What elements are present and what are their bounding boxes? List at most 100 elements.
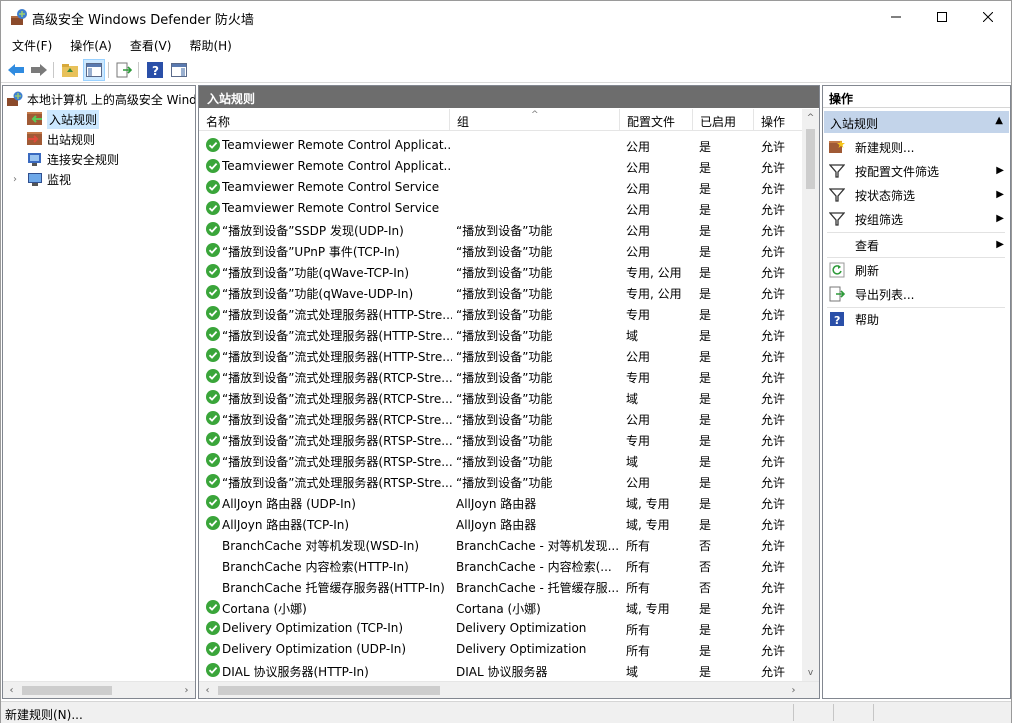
show-hide-tree-button[interactable] bbox=[83, 59, 105, 81]
rules-vertical-scrollbar[interactable]: ^ v bbox=[802, 109, 819, 681]
rules-list-pane: 入站规则 名称 组 ^ 配置文件 已启用 操作 Teamviewer Remot… bbox=[198, 85, 820, 699]
table-row[interactable]: “播放到设备”流式处理服务器(RTSP-Stre... “播放到设备”功能 域 是 允许 bbox=[199, 450, 802, 471]
scroll-thumb[interactable] bbox=[22, 686, 112, 695]
tree-item-connection-security[interactable]: 连接安全规则 bbox=[27, 149, 195, 169]
table-row[interactable]: BranchCache 内容检索(HTTP-In) BranchCache - 内… bbox=[199, 555, 802, 576]
table-row[interactable]: Teamviewer Remote Control Service 公用 是 允许 bbox=[199, 177, 802, 198]
scroll-right-icon[interactable]: › bbox=[178, 682, 195, 698]
action-pane-button[interactable] bbox=[168, 59, 190, 81]
table-row[interactable]: “播放到设备”流式处理服务器(HTTP-Stre... “播放到设备”功能 专用 是 允… bbox=[199, 303, 802, 324]
rule-profile: 公用 bbox=[626, 476, 651, 490]
firewall-root-icon bbox=[7, 91, 23, 107]
table-row[interactable]: Teamviewer Remote Control Service 公用 是 允许 bbox=[199, 198, 802, 219]
menu-action[interactable]: 操作(A) bbox=[59, 34, 119, 56]
rule-profile: 专用 bbox=[626, 308, 651, 322]
rule-enabled-check-icon bbox=[206, 495, 220, 509]
column-header-profile[interactable]: 配置文件 bbox=[620, 109, 693, 131]
export-list-button[interactable] bbox=[113, 59, 135, 81]
table-row[interactable]: Delivery Optimization (TCP-In) Delivery O… bbox=[199, 618, 802, 639]
tree-item-label: 监视 bbox=[47, 172, 72, 187]
rule-enabled-check-icon bbox=[206, 432, 220, 446]
table-row[interactable]: “播放到设备”功能(qWave-TCP-In) “播放到设备”功能 专用, 公用 是 允… bbox=[199, 261, 802, 282]
action-view[interactable]: 查看 ▶ bbox=[823, 233, 1010, 257]
action-export-list[interactable]: 导出列表... bbox=[823, 282, 1010, 306]
table-row[interactable]: “播放到设备”功能(qWave-UDP-In) “播放到设备”功能 专用, 公用 是 允… bbox=[199, 282, 802, 303]
table-row[interactable]: “播放到设备”流式处理服务器(HTTP-Stre... “播放到设备”功能 域 是 允许 bbox=[199, 324, 802, 345]
action-refresh[interactable]: 刷新 bbox=[823, 258, 1010, 282]
table-row[interactable]: Cortana (小娜) Cortana (小娜) 域, 专用 是 允许 bbox=[199, 597, 802, 618]
close-button[interactable] bbox=[965, 1, 1011, 33]
action-filter-by-group[interactable]: 按组筛选 ▶ bbox=[823, 207, 1010, 231]
table-row[interactable]: “播放到设备”流式处理服务器(RTCP-Stre... “播放到设备”功能 专用 是 允… bbox=[199, 366, 802, 387]
table-row[interactable]: BranchCache 对等机发现(WSD-In) BranchCache - 对… bbox=[199, 534, 802, 555]
table-row[interactable]: “播放到设备”流式处理服务器(RTSP-Stre... “播放到设备”功能 专用 是 允… bbox=[199, 429, 802, 450]
table-row[interactable]: “播放到设备”流式处理服务器(RTCP-Stre... “播放到设备”功能 域 是 允许 bbox=[199, 387, 802, 408]
filter-icon bbox=[828, 163, 846, 179]
menu-help[interactable]: 帮助(H) bbox=[178, 34, 238, 56]
up-level-button[interactable] bbox=[59, 59, 81, 81]
table-row[interactable]: “播放到设备”流式处理服务器(RTSP-Stre... “播放到设备”功能 公用 是 允… bbox=[199, 471, 802, 492]
table-row[interactable]: “播放到设备”流式处理服务器(RTCP-Stre... “播放到设备”功能 公用 是 允… bbox=[199, 408, 802, 429]
rule-name: “播放到设备”SSDP 发现(UDP-In) bbox=[222, 224, 404, 238]
column-header-enabled[interactable]: 已启用 bbox=[693, 109, 754, 131]
scroll-right-icon[interactable]: › bbox=[785, 682, 802, 698]
table-row[interactable]: “播放到设备”UPnP 事件(TCP-In) “播放到设备”功能 公用 是 允许 bbox=[199, 240, 802, 261]
table-row[interactable]: AllJoyn 路由器 (UDP-In) AllJoyn 路由器 域, 专用 是 允许 bbox=[199, 492, 802, 513]
action-new-rule[interactable]: 新建规则... bbox=[823, 135, 1010, 159]
table-row[interactable]: BranchCache 托管缓存服务器(HTTP-In) BranchCache … bbox=[199, 576, 802, 597]
column-header-name[interactable]: 名称 bbox=[199, 109, 450, 131]
tree-root-label: 本地计算机 上的高级安全 Windo bbox=[27, 92, 196, 107]
inbound-rules-icon bbox=[27, 111, 43, 127]
rule-enabled: 是 bbox=[699, 455, 712, 469]
rule-enabled: 是 bbox=[699, 308, 712, 322]
pane-header: 入站规则 bbox=[199, 86, 819, 108]
table-row[interactable]: Teamviewer Remote Control Applicat... 公用 是… bbox=[199, 156, 802, 177]
tree-item-inbound-rules[interactable]: 入站规则 bbox=[27, 109, 195, 129]
help-button[interactable]: ? bbox=[144, 59, 166, 81]
rule-action: 允许 bbox=[761, 371, 786, 385]
rule-enabled: 是 bbox=[699, 413, 712, 427]
maximize-button[interactable] bbox=[919, 1, 965, 33]
table-row[interactable]: “播放到设备”流式处理服务器(HTTP-Stre... “播放到设备”功能 公用 是 允… bbox=[199, 345, 802, 366]
menu-file[interactable]: 文件(F) bbox=[1, 34, 59, 56]
back-button[interactable] bbox=[5, 59, 27, 81]
rule-enabled: 是 bbox=[699, 287, 712, 301]
rule-enabled-check-icon bbox=[206, 222, 220, 236]
scroll-left-icon[interactable]: ‹ bbox=[199, 682, 216, 698]
rule-action: 允许 bbox=[761, 140, 786, 154]
rule-enabled-check-icon bbox=[206, 159, 220, 173]
actions-section-inbound[interactable]: 入站规则 ▲ bbox=[824, 111, 1009, 133]
table-row[interactable]: Teamviewer Remote Control Applicat... 公用 是… bbox=[199, 135, 802, 156]
rules-horizontal-scrollbar[interactable]: ‹ › bbox=[199, 681, 819, 698]
rule-action: 允许 bbox=[761, 497, 786, 511]
rule-enabled-check-icon bbox=[206, 453, 220, 467]
tree-expand-icon[interactable]: › bbox=[9, 174, 21, 185]
rule-enabled-check-icon bbox=[206, 642, 220, 656]
rule-group: “播放到设备”功能 bbox=[456, 245, 553, 259]
action-help[interactable]: ? 帮助 bbox=[823, 307, 1010, 331]
tree-item-outbound-rules[interactable]: 出站规则 bbox=[27, 129, 195, 149]
forward-button[interactable] bbox=[28, 59, 50, 81]
tree-horizontal-scrollbar[interactable]: ‹ › bbox=[3, 681, 195, 698]
scroll-up-icon[interactable]: ^ bbox=[802, 109, 819, 126]
action-filter-by-state[interactable]: 按状态筛选 ▶ bbox=[823, 183, 1010, 207]
tree-root[interactable]: 本地计算机 上的高级安全 Windo bbox=[7, 89, 196, 109]
scroll-thumb[interactable] bbox=[806, 129, 815, 189]
collapse-section-icon[interactable]: ▲ bbox=[995, 115, 1003, 126]
rule-enabled: 否 bbox=[699, 581, 712, 595]
table-row[interactable]: Delivery Optimization (UDP-In) Delivery O… bbox=[199, 639, 802, 660]
rule-enabled: 是 bbox=[699, 434, 712, 448]
scroll-down-icon[interactable]: v bbox=[802, 664, 819, 681]
rule-enabled: 是 bbox=[699, 518, 712, 532]
scroll-thumb[interactable] bbox=[218, 686, 440, 695]
menu-view[interactable]: 查看(V) bbox=[119, 34, 179, 56]
tree-item-monitoring[interactable]: › 监视 bbox=[9, 169, 195, 189]
rule-profile: 所有 bbox=[626, 560, 651, 574]
minimize-button[interactable] bbox=[873, 1, 919, 33]
scroll-left-icon[interactable]: ‹ bbox=[3, 682, 20, 698]
column-header-action[interactable]: 操作 bbox=[754, 109, 802, 131]
table-row[interactable]: “播放到设备”SSDP 发现(UDP-In) “播放到设备”功能 公用 是 允许 bbox=[199, 219, 802, 240]
table-row[interactable]: DIAL 协议服务器(HTTP-In) DIAL 协议服务器 域 是 允许 bbox=[199, 660, 802, 681]
action-filter-by-profile[interactable]: 按配置文件筛选 ▶ bbox=[823, 159, 1010, 183]
table-row[interactable]: AllJoyn 路由器(TCP-In) AllJoyn 路由器 域, 专用 是 允许 bbox=[199, 513, 802, 534]
